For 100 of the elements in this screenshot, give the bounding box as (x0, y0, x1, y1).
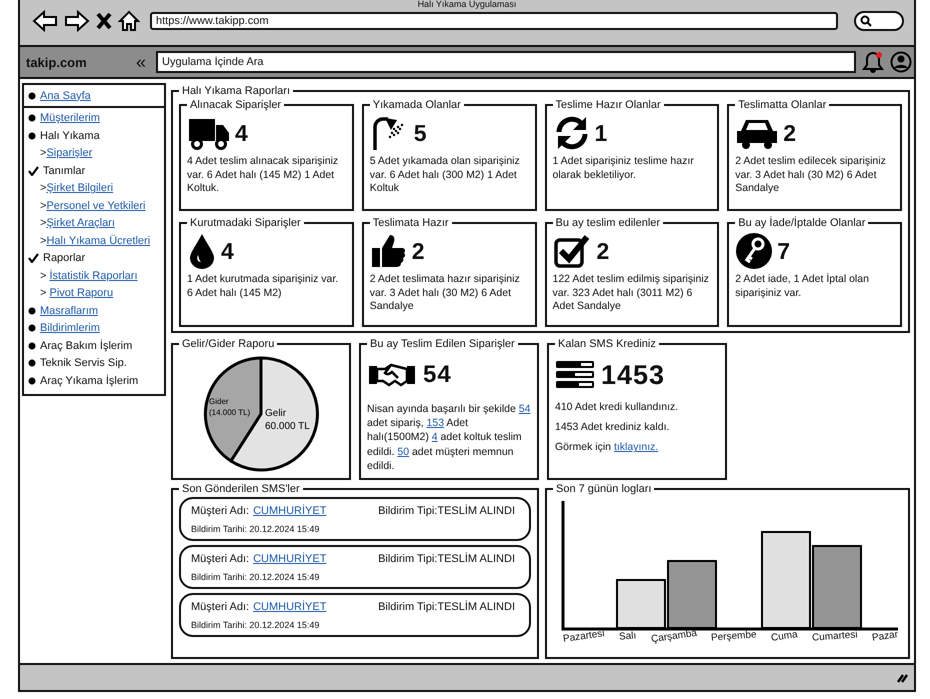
inline-link[interactable]: 153 (426, 417, 444, 430)
nav-link[interactable]: İstatistik Raporları (49, 270, 138, 282)
count-value: 4 (221, 238, 234, 264)
chevron-text: > (40, 147, 46, 160)
slice-label: Gelir (265, 408, 286, 419)
axis-label: Pazartesi (562, 628, 606, 645)
chevron-text: > (40, 270, 48, 282)
notification-date: Bildirim Tarihi: 20.12.2024 15:49 (191, 524, 320, 534)
notification-type: Bildirim Tipi:TESLİM ALINDI (378, 505, 515, 517)
url-field[interactable]: https://www.takipp.com (150, 12, 838, 30)
drop-icon (187, 233, 217, 269)
slice-label: Gider (209, 397, 229, 406)
card-text: 2 Adet teslim edilecek siparişiniz var. 3 Adet halı (30 M2) 6 Adet Sandalye (735, 155, 887, 196)
count-value: 1 (594, 120, 608, 146)
panel-title: Bu ay Teslim Edilen Siparişler (369, 338, 516, 350)
panel-title: Gelir/Gider Raporu (181, 338, 276, 350)
nav-link[interactable]: Müşterilerim (40, 112, 100, 124)
close-icon[interactable] (96, 12, 112, 30)
customer-link[interactable]: CUMHURİYET (253, 601, 326, 613)
field-label: Müşteri Adı: (191, 505, 250, 517)
nav-link[interactable]: Pivot Raporu (49, 287, 114, 300)
field-label: Müşteri Adı: (191, 601, 250, 613)
nav-label: Raporlar (43, 252, 86, 264)
chevron-text: > (40, 287, 48, 300)
panel-title: Son Gönderilen SMS'ler (181, 483, 301, 495)
forward-arrow-icon[interactable] (64, 10, 90, 32)
card-text: 1 Adet siparişiniz teslime hazır olarak bekletiliyor. (552, 155, 695, 182)
notification-date: Bildirim Tarihi: 20.12.2024 15:49 (191, 620, 320, 630)
credit-text: 1453 Adet krediniz kaldı. (555, 420, 670, 434)
field-label: Müşteri Adı: (191, 553, 250, 565)
credit-text: Görmek için (555, 441, 612, 454)
nav-label: Teknik Servis Sip. (40, 357, 127, 370)
bell-icon[interactable] (862, 51, 884, 73)
card-title: Teslimatta Olanlar (737, 99, 828, 111)
card-text: 2 Adet teslimata hazır siparişiniz var. 3 Adet halı (30 M2) 6 Adet Sandalye (370, 273, 521, 314)
axis-label: Salı (618, 630, 637, 643)
axis-label: Cuma (770, 629, 798, 644)
card-text: 5 Adet yıkamada olan siparişiniz var. 6 Adet halı (300 M2) 1 Adet Koltuk (370, 155, 521, 196)
inline-link[interactable]: 50 (397, 446, 410, 458)
card-title: Bu ay İade/İptalde Olanlar (737, 217, 866, 229)
back-arrow-icon[interactable] (32, 10, 58, 32)
resize-grip-icon[interactable] (896, 672, 908, 682)
nav-link[interactable]: Ana Sayfa (40, 90, 91, 102)
count-value: 2 (596, 238, 610, 264)
slice-amount: (14.000 TL) (209, 408, 250, 417)
inline-link[interactable]: 4 (432, 431, 438, 444)
nav-label: Tanımlar (43, 164, 86, 177)
card-text: 1 Adet kurutmada siparişiniz var. 6 Adet halı (145 M2) (187, 273, 340, 300)
nav-link[interactable]: Bildirimlerim (40, 322, 100, 334)
home-icon[interactable] (118, 10, 140, 32)
count-value: 1453 (601, 360, 666, 390)
axis-label: Perşembe (710, 629, 757, 644)
card-title: Kurutmadaki Siparişler (189, 217, 302, 229)
nav-link[interactable]: Halı Yıkama Ücretleri (46, 234, 150, 247)
nav-label: Araç Bakım İşlerim (40, 340, 132, 352)
nav-link[interactable]: Masraflarım (40, 304, 98, 317)
count-value: 54 (423, 361, 452, 389)
nav-label: Araç Yıkama İşlerim (40, 374, 138, 387)
count-value: 2 (783, 120, 796, 146)
nav-link[interactable]: Şirket Bilgileri (46, 182, 114, 194)
chevron-text: > (40, 234, 46, 247)
card-text: 2 Adet iade, 1 Adet İptal olan siparişiniz var. (735, 273, 870, 300)
customer-link[interactable]: CUMHURİYET (253, 505, 326, 517)
panel-title: Halı Yıkama Raporları (181, 85, 292, 97)
collapse-button[interactable]: « (132, 53, 150, 71)
slice-amount: 60.000 TL (265, 421, 310, 432)
count-value: 7 (777, 238, 790, 264)
card-title: Alınacak Siparişler (189, 99, 282, 111)
count-value: 5 (414, 120, 427, 146)
notification-type: Bildirim Tipi:TESLİM ALINDI (378, 553, 515, 565)
card-title: Teslimata Hazır (372, 217, 450, 229)
count-value: 4 (235, 120, 248, 146)
axis-label: Çarşamba (650, 628, 698, 646)
chevron-text: > (40, 217, 46, 230)
window-title: Halı Yıkama Uygulaması (416, 0, 518, 8)
nav-link[interactable]: Siparişler (46, 147, 92, 160)
axis-label: Cumartesi (812, 629, 858, 644)
summary-text: Nisan ayında başarılı bir şekilde 54 adet sipariş, 153 Adet halı(1500M2) 4 adet koltuk teslim edildi. 50 adet müşteri memnun edildi. (367, 402, 531, 473)
user-avatar-icon[interactable] (890, 51, 912, 73)
nav-link[interactable]: Personel ve Yetkileri (46, 200, 146, 212)
list-icon (555, 360, 595, 390)
chevron-text: > (40, 200, 46, 212)
card-title: Teslime Hazır Olanlar (554, 99, 662, 111)
count-value: 2 (412, 238, 425, 264)
nav-link[interactable]: Şirket Araçları (46, 217, 115, 230)
chevron-text: > (40, 182, 46, 194)
view-link[interactable]: tıklayınız. (614, 441, 658, 454)
inline-link[interactable]: 54 (518, 403, 530, 415)
axis-label: Pazar (871, 629, 899, 644)
notification-date: Bildirim Tarihi: 20.12.2024 15:49 (191, 572, 320, 582)
thumbs-up-icon (370, 233, 408, 269)
search-field[interactable] (854, 11, 904, 31)
search-icon (860, 15, 872, 27)
app-logo: takip.com (26, 54, 88, 70)
nav-label: Halı Yıkama (40, 130, 100, 142)
panel-title: Son 7 günün logları (555, 483, 652, 495)
card-text: 122 Adet teslim edilmiş siparişiniz var. 323 Adet halı (3011 M2) 6 Adet Sandalye (552, 273, 710, 314)
customer-link[interactable]: CUMHURİYET (253, 553, 326, 565)
card-title: Yıkamada Olanlar (372, 99, 462, 111)
panel-title: Kalan SMS Krediniz (557, 338, 657, 350)
